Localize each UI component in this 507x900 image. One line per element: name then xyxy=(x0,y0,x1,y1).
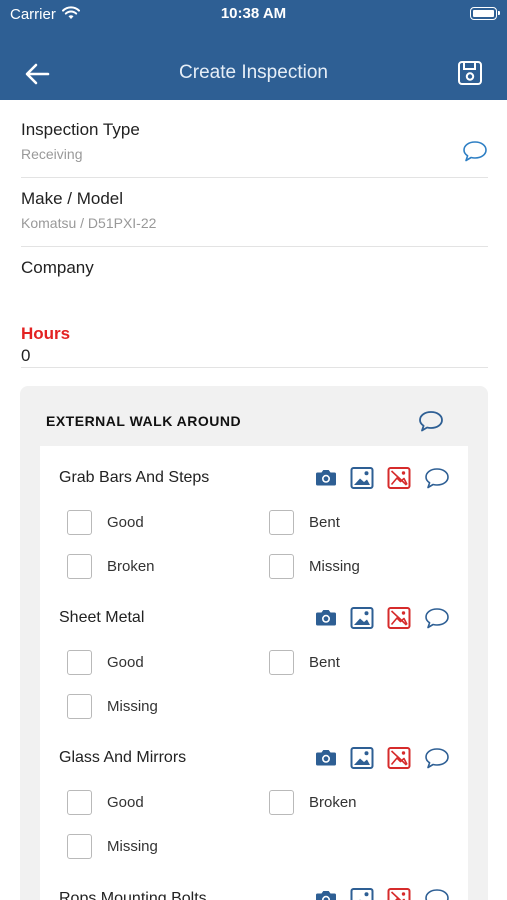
checklist-card: Grab Bars And Steps Good Bent Broken Mis… xyxy=(40,446,468,900)
inspection-type-label: Inspection Type xyxy=(21,120,140,139)
gallery-icon[interactable] xyxy=(350,746,374,770)
item-title: Rops Mounting Bolts xyxy=(59,890,207,900)
item-tools xyxy=(314,606,454,632)
remove-image-icon[interactable] xyxy=(387,466,411,490)
checkbox-box[interactable] xyxy=(269,650,294,675)
inspection-type-value: Receiving xyxy=(21,146,83,162)
checkbox-label: Bent xyxy=(309,514,340,531)
comment-icon[interactable] xyxy=(424,606,450,630)
checkbox-box[interactable] xyxy=(67,834,92,859)
remove-image-icon[interactable] xyxy=(387,606,411,630)
external-walk-around-section: EXTERNAL WALK AROUND Grab Bars And Steps xyxy=(20,386,488,900)
camera-icon[interactable] xyxy=(314,746,338,770)
item-tools xyxy=(314,466,454,492)
hours-underline xyxy=(21,367,488,368)
checkbox-label: Missing xyxy=(107,838,158,855)
checkbox-label: Broken xyxy=(107,558,155,575)
checkbox-box[interactable] xyxy=(67,790,92,815)
page-title: Create Inspection xyxy=(179,62,328,83)
comment-icon[interactable] xyxy=(462,140,488,162)
section-title: EXTERNAL WALK AROUND xyxy=(46,413,242,429)
checkbox-box[interactable] xyxy=(67,694,92,719)
battery-icon xyxy=(470,7,500,20)
checkbox-label: Good xyxy=(107,794,144,811)
company-label: Company xyxy=(21,258,94,277)
checkbox-box[interactable] xyxy=(269,790,294,815)
checkbox-label: Good xyxy=(107,654,144,671)
camera-icon[interactable] xyxy=(314,466,338,490)
checkbox-box[interactable] xyxy=(269,510,294,535)
inspection-type-field[interactable]: Inspection Type Receiving xyxy=(21,110,488,178)
status-time: 10:38 AM xyxy=(220,5,287,22)
make-model-field[interactable]: Make / Model Komatsu / D51PXI-22 xyxy=(21,178,488,247)
checkbox-label: Missing xyxy=(309,558,360,575)
item-title: Grab Bars And Steps xyxy=(59,469,210,486)
camera-icon[interactable] xyxy=(314,606,338,630)
gallery-icon[interactable] xyxy=(350,466,374,490)
hours-label: Hours xyxy=(21,324,71,343)
checkbox-label: Broken xyxy=(309,794,357,811)
item-title: Glass And Mirrors xyxy=(59,749,187,766)
save-icon[interactable] xyxy=(457,60,483,86)
comment-icon[interactable] xyxy=(424,466,450,490)
status-bar: Carrier 10:38 AM xyxy=(0,0,507,30)
gallery-icon[interactable] xyxy=(350,606,374,630)
checkbox-label: Good xyxy=(107,514,144,531)
section-comment-icon[interactable] xyxy=(418,410,444,432)
item-tools xyxy=(314,887,454,900)
comment-icon[interactable] xyxy=(424,746,450,770)
item-title: Sheet Metal xyxy=(59,609,145,626)
camera-icon[interactable] xyxy=(314,887,338,900)
checkbox-label: Missing xyxy=(107,698,158,715)
gallery-icon[interactable] xyxy=(350,887,374,900)
checkbox-box[interactable] xyxy=(67,650,92,675)
navigation-bar: Create Inspection xyxy=(0,48,507,100)
checkbox-box[interactable] xyxy=(67,510,92,535)
app-header: Carrier 10:38 AM Create Inspection xyxy=(0,0,507,100)
remove-image-icon[interactable] xyxy=(387,746,411,770)
company-field[interactable]: Company xyxy=(21,247,488,307)
item-tools xyxy=(314,746,454,772)
make-model-label: Make / Model xyxy=(21,189,124,208)
make-model-value: Komatsu / D51PXI-22 xyxy=(21,215,157,231)
hours-input[interactable]: 0 xyxy=(21,346,30,366)
checkbox-box[interactable] xyxy=(67,554,92,579)
comment-icon[interactable] xyxy=(424,887,450,900)
remove-image-icon[interactable] xyxy=(387,887,411,900)
checkbox-box[interactable] xyxy=(269,554,294,579)
checkbox-label: Bent xyxy=(309,654,340,671)
